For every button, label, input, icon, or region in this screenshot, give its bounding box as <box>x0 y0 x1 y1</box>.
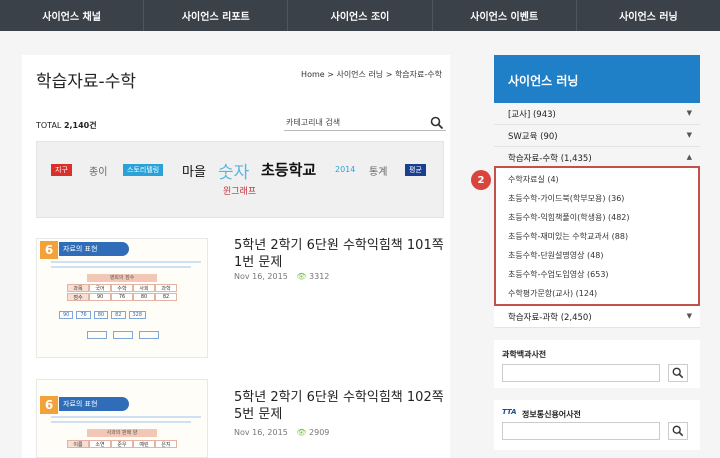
nav-item-science-event[interactable]: 사이언스 이벤트 <box>433 0 577 31</box>
nav-item-science-learning[interactable]: 사이언스 러닝 <box>577 0 720 31</box>
thumb-table: 이름 소연 준우 예린 은지 <box>67 440 177 448</box>
tag-2014[interactable]: 2014 <box>335 165 355 174</box>
thumb-heading: 자료의 표현 <box>59 242 129 256</box>
post-title[interactable]: 5학년 2학기 6단원 수학익힘책 102쪽 5번 문제 <box>234 389 454 423</box>
subcategory-item[interactable]: 초등수학-익힘책풀이(학생용) (482) <box>508 212 630 223</box>
sidebar-heading: 사이언스 러닝 <box>494 55 700 103</box>
category-label: 학습자료-과학 (2,450) <box>508 312 592 323</box>
category-sw-education[interactable]: SW교육 (90) ▼ <box>494 125 700 147</box>
tag-average[interactable]: 평균 <box>405 164 426 176</box>
subcategory-item[interactable]: 수학자료실 (4) <box>508 174 559 185</box>
widget-title: 과학백과사전 <box>502 350 547 359</box>
eye-icon: 👁 <box>296 428 307 437</box>
thumb-table-scores: 점수 90 76 80 82 <box>67 293 177 301</box>
main-panel: 학습자료-수학 Home > 사이언스 러닝 > 학습자료-수학 TOTAL 2… <box>22 55 450 458</box>
total-count: TOTAL 2,140건 <box>36 120 97 131</box>
tag-statistics[interactable]: 통계 <box>369 163 387 178</box>
subcategory-item[interactable]: 초등수학-가이드북(학부모용) (36) <box>508 193 624 204</box>
category-teacher[interactable]: [교사] (943) ▼ <box>494 103 700 125</box>
thumb-table: 과목 국어 수학 사회 과학 <box>67 284 177 292</box>
search-icon[interactable] <box>430 115 444 130</box>
tta-logo: TTA <box>502 408 517 416</box>
top-nav: 사이언스 채널 사이언스 리포트 사이언스 조이 사이언스 이벤트 사이언스 러… <box>0 0 720 31</box>
post-title[interactable]: 5학년 2학기 6단원 수학익힘책 101쪽 1번 문제 <box>234 237 454 271</box>
search-input[interactable] <box>286 115 426 129</box>
tag-earth[interactable]: 지구 <box>51 164 72 176</box>
unit-number-badge: 6 <box>40 241 58 259</box>
tag-paper[interactable]: 종이 <box>89 163 107 178</box>
nav-item-science-channel[interactable]: 사이언스 채널 <box>0 0 145 31</box>
math-subcategory-list: 수학자료실 (4) 초등수학-가이드북(학부모용) (36) 초등수학-익힘책풀… <box>494 166 700 306</box>
thumb-heading: 자료의 표현 <box>59 397 129 411</box>
dictionary-search-input[interactable] <box>502 422 660 440</box>
chevron-up-icon: ▲ <box>686 153 692 161</box>
eye-icon: 👁 <box>296 272 307 281</box>
nav-item-science-joy[interactable]: 사이언스 조이 <box>288 0 433 31</box>
page-title: 학습자료-수학 <box>36 72 136 92</box>
thumb-table-head: 사과의 판매 양 <box>87 429 157 437</box>
search-icon[interactable] <box>668 364 688 382</box>
subcategory-item[interactable]: 초등수학-수업도입영상 (653) <box>508 269 609 280</box>
tag-storytelling[interactable]: 스토리텔링 <box>123 164 164 176</box>
tag-number[interactable]: 숫자 <box>218 158 249 183</box>
post-thumbnail[interactable]: 6 자료의 표현 영희의 점수 과목 국어 수학 사회 과학 점수 90 76 … <box>36 238 208 358</box>
science-dictionary-widget: 과학백과사전 <box>494 340 700 388</box>
category-label: 학습자료-수학 (1,435) <box>508 153 592 164</box>
tag-cloud: 지구 종이 스토리텔링 마을 숫자 초등학교 2014 통계 평균 윈그래프 <box>36 141 444 218</box>
unit-number-badge: 6 <box>40 396 58 414</box>
thumb-sum-row: 90 76 80 82 328 <box>59 311 147 319</box>
category-label: [교사] (943) <box>508 109 556 120</box>
total-label: TOTAL <box>36 121 62 130</box>
chevron-down-icon: ▼ <box>686 109 692 117</box>
total-value: 2,140건 <box>63 121 97 130</box>
post-views: 2909 <box>309 428 330 437</box>
subcategory-item[interactable]: 초등수학-단원설명영상 (48) <box>508 250 603 261</box>
category-science[interactable]: 학습자료-과학 (2,450) ▼ <box>494 306 700 328</box>
ict-dictionary-widget: TTA 정보통신용어사전 <box>494 400 700 450</box>
tag-village[interactable]: 마을 <box>182 161 206 180</box>
tag-elementary-school[interactable]: 초등학교 <box>261 159 316 180</box>
chevron-down-icon: ▼ <box>686 312 692 320</box>
post-meta: Nov 16, 2015 👁 2909 <box>234 428 329 437</box>
subcategory-item[interactable]: 초등수학-재미있는 수학교과서 (88) <box>508 231 628 242</box>
post-date: Nov 16, 2015 <box>234 272 288 281</box>
post-views: 3312 <box>309 272 330 281</box>
widget-title: 정보통신용어사전 <box>522 410 581 419</box>
category-label: SW교육 (90) <box>508 131 558 142</box>
post-meta: Nov 16, 2015 👁 3312 <box>234 272 329 281</box>
post-date: Nov 16, 2015 <box>234 428 288 437</box>
annotation-marker: 2 <box>471 170 491 190</box>
dictionary-search-input[interactable] <box>502 364 660 382</box>
nav-item-science-report[interactable]: 사이언스 리포트 <box>144 0 289 31</box>
category-search <box>284 113 446 131</box>
thumb-table-head: 영희의 점수 <box>87 274 157 282</box>
search-icon[interactable] <box>668 422 688 440</box>
tag-pie-chart[interactable]: 윈그래프 <box>223 184 256 197</box>
sidebar: 사이언스 러닝 [교사] (943) ▼ SW교육 (90) ▼ 학습자료-수학… <box>494 55 700 458</box>
breadcrumb: Home > 사이언스 러닝 > 학습자료-수학 <box>301 70 442 79</box>
subcategory-item[interactable]: 수학평가문항(교사) (124) <box>508 288 597 299</box>
chevron-down-icon: ▼ <box>686 131 692 139</box>
post-thumbnail[interactable]: 6 자료의 표현 사과의 판매 양 이름 소연 준우 예린 은지 <box>36 379 208 458</box>
